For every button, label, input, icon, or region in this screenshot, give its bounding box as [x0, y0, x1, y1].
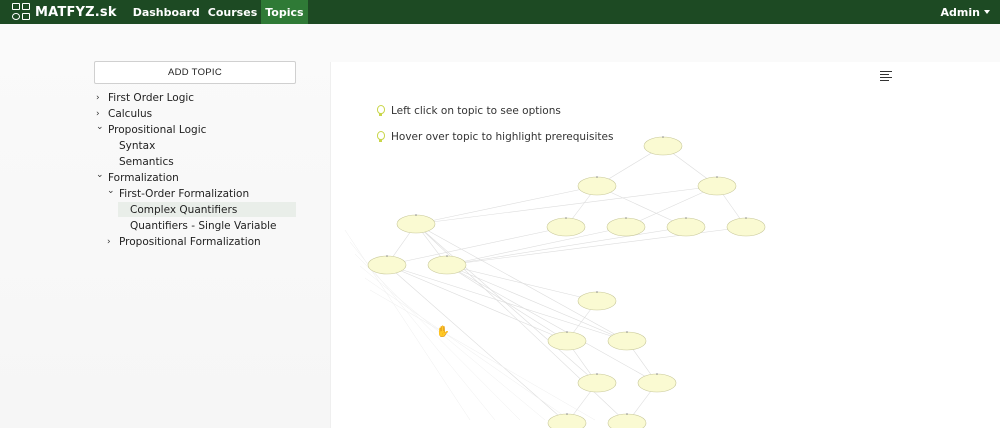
graph-edge — [359, 265, 546, 421]
topic-node[interactable] — [396, 214, 436, 234]
node-anchor — [626, 331, 628, 333]
topic-node[interactable] — [607, 331, 647, 351]
node-anchor — [662, 136, 664, 138]
topic-node[interactable] — [427, 255, 467, 275]
topic-node[interactable] — [547, 413, 587, 428]
topic-node[interactable] — [643, 136, 683, 156]
node-anchor — [566, 413, 568, 415]
graph-edge — [369, 289, 596, 421]
topic-node[interactable] — [577, 176, 617, 196]
graph-edge — [386, 264, 568, 342]
topic-node[interactable] — [367, 255, 407, 275]
node-anchor — [596, 291, 598, 293]
node-anchor — [596, 176, 598, 178]
node-anchor — [386, 255, 388, 257]
topic-node[interactable] — [697, 176, 737, 196]
node-anchor — [656, 373, 658, 375]
topic-node[interactable] — [726, 217, 766, 237]
node-anchor — [745, 217, 747, 219]
node-anchor — [716, 176, 718, 178]
graph-edge — [415, 223, 598, 384]
node-anchor — [446, 255, 448, 257]
graph-edge — [446, 264, 658, 384]
node-anchor — [415, 214, 417, 216]
topic-node[interactable] — [547, 331, 587, 351]
topic-node[interactable] — [577, 291, 617, 311]
node-anchor — [625, 217, 627, 219]
graph-edge — [446, 264, 568, 342]
topic-node[interactable] — [637, 373, 677, 393]
hand-cursor-icon: ✋ — [436, 325, 450, 338]
node-anchor — [566, 331, 568, 333]
node-anchor — [626, 413, 628, 415]
node-anchor — [685, 217, 687, 219]
graph-edge — [446, 226, 627, 266]
topic-node[interactable] — [666, 217, 706, 237]
topic-node[interactable] — [606, 217, 646, 237]
topic-graph — [344, 136, 766, 428]
node-anchor — [596, 373, 598, 375]
topic-node[interactable] — [577, 373, 617, 393]
graph-edges — [344, 145, 747, 424]
topic-node[interactable] — [546, 217, 586, 237]
topic-node[interactable] — [607, 413, 647, 428]
node-anchor — [565, 217, 567, 219]
